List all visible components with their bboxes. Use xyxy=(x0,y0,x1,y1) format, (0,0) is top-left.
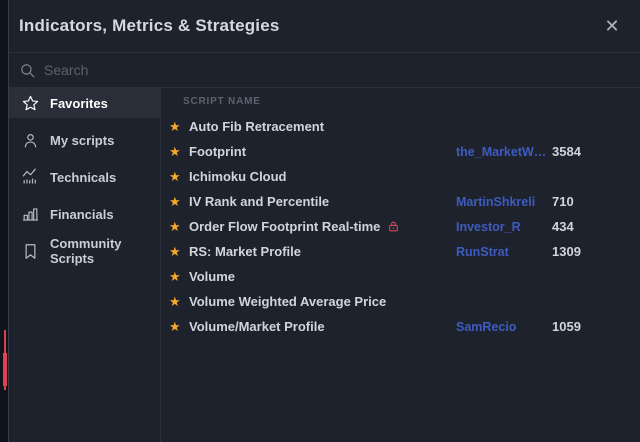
script-row[interactable]: ★ Volume Weighted Average Price xyxy=(161,289,640,314)
script-usage-count: 434 xyxy=(552,219,640,234)
script-author-link[interactable]: RunStrat xyxy=(456,245,552,259)
close-icon[interactable]: ✕ xyxy=(598,12,626,40)
script-author-link[interactable]: MartinShkreli xyxy=(456,195,552,209)
dialog-title: Indicators, Metrics & Strategies xyxy=(19,16,280,36)
script-row[interactable]: ★ Footprint the_MarketW… 3584 xyxy=(161,139,640,164)
lock-icon xyxy=(387,220,400,233)
script-row[interactable]: ★ Volume/Market Profile SamRecio 1059 xyxy=(161,314,640,339)
favorite-star-icon[interactable]: ★ xyxy=(169,220,189,233)
star-outline-icon xyxy=(21,94,40,113)
sidebar-item-label: Favorites xyxy=(50,96,108,111)
candlestick-body xyxy=(3,353,7,386)
script-name: RS: Market Profile xyxy=(189,244,301,259)
search-input[interactable] xyxy=(44,62,640,78)
background-chart-sliver xyxy=(0,0,8,442)
favorite-star-icon[interactable]: ★ xyxy=(169,295,189,308)
person-icon xyxy=(21,131,40,150)
search-bar[interactable] xyxy=(9,52,640,88)
favorite-star-icon[interactable]: ★ xyxy=(169,145,189,158)
sidebar-item-label: Community Scripts xyxy=(50,236,160,266)
script-usage-count: 710 xyxy=(552,194,640,209)
favorite-star-icon[interactable]: ★ xyxy=(169,270,189,283)
sidebar-item-financials[interactable]: Financials xyxy=(9,199,160,229)
sidebar: Favorites My scripts xyxy=(9,88,161,442)
favorite-star-icon[interactable]: ★ xyxy=(169,120,189,133)
script-row[interactable]: ★ RS: Market Profile RunStrat 1309 xyxy=(161,239,640,264)
script-name: Footprint xyxy=(189,144,246,159)
script-name: Volume xyxy=(189,269,235,284)
bookmark-icon xyxy=(21,242,40,261)
script-usage-count: 3584 xyxy=(552,144,640,159)
dialog-titlebar: Indicators, Metrics & Strategies ✕ xyxy=(9,0,640,52)
script-row[interactable]: ★ Order Flow Footprint Real-time Investo… xyxy=(161,214,640,239)
script-name: Order Flow Footprint Real-time xyxy=(189,219,380,234)
favorite-star-icon[interactable]: ★ xyxy=(169,195,189,208)
script-author-link[interactable]: Investor_R xyxy=(456,220,552,234)
favorite-star-icon[interactable]: ★ xyxy=(169,170,189,183)
sidebar-item-label: Financials xyxy=(50,207,114,222)
script-name: IV Rank and Percentile xyxy=(189,194,329,209)
sidebar-item-my-scripts[interactable]: My scripts xyxy=(9,125,160,155)
script-name: Volume/Market Profile xyxy=(189,319,325,334)
script-author-link[interactable]: SamRecio xyxy=(456,320,552,334)
sidebar-item-technicals[interactable]: Technicals xyxy=(9,162,160,192)
script-row[interactable]: ★ IV Rank and Percentile MartinShkreli 7… xyxy=(161,189,640,214)
sidebar-item-favorites[interactable]: Favorites xyxy=(9,88,160,118)
favorite-star-icon[interactable]: ★ xyxy=(169,245,189,258)
script-name: Volume Weighted Average Price xyxy=(189,294,386,309)
script-usage-count: 1309 xyxy=(552,244,640,259)
script-name: Auto Fib Retracement xyxy=(189,119,324,134)
script-author-link[interactable]: the_MarketW… xyxy=(456,145,552,159)
indicator-line-icon xyxy=(21,168,40,187)
favorite-star-icon[interactable]: ★ xyxy=(169,320,189,333)
script-name-column-header: SCRIPT NAME xyxy=(161,88,640,114)
script-row[interactable]: ★ Auto Fib Retracement xyxy=(161,114,640,139)
sidebar-item-label: My scripts xyxy=(50,133,114,148)
bar-chart-icon xyxy=(21,205,40,224)
script-row[interactable]: ★ Volume xyxy=(161,264,640,289)
scripts-list: SCRIPT NAME ★ Auto Fib Retracement ★ Foo… xyxy=(161,88,640,442)
script-name: Ichimoku Cloud xyxy=(189,169,287,184)
screen: Indicators, Metrics & Strategies ✕ Favor… xyxy=(0,0,640,442)
script-usage-count: 1059 xyxy=(552,319,640,334)
dialog-body: Favorites My scripts xyxy=(9,88,640,442)
indicators-dialog: Indicators, Metrics & Strategies ✕ Favor… xyxy=(8,0,640,442)
search-icon xyxy=(19,62,36,79)
sidebar-item-label: Technicals xyxy=(50,170,116,185)
script-row[interactable]: ★ Ichimoku Cloud xyxy=(161,164,640,189)
sidebar-item-community-scripts[interactable]: Community Scripts xyxy=(9,236,160,266)
